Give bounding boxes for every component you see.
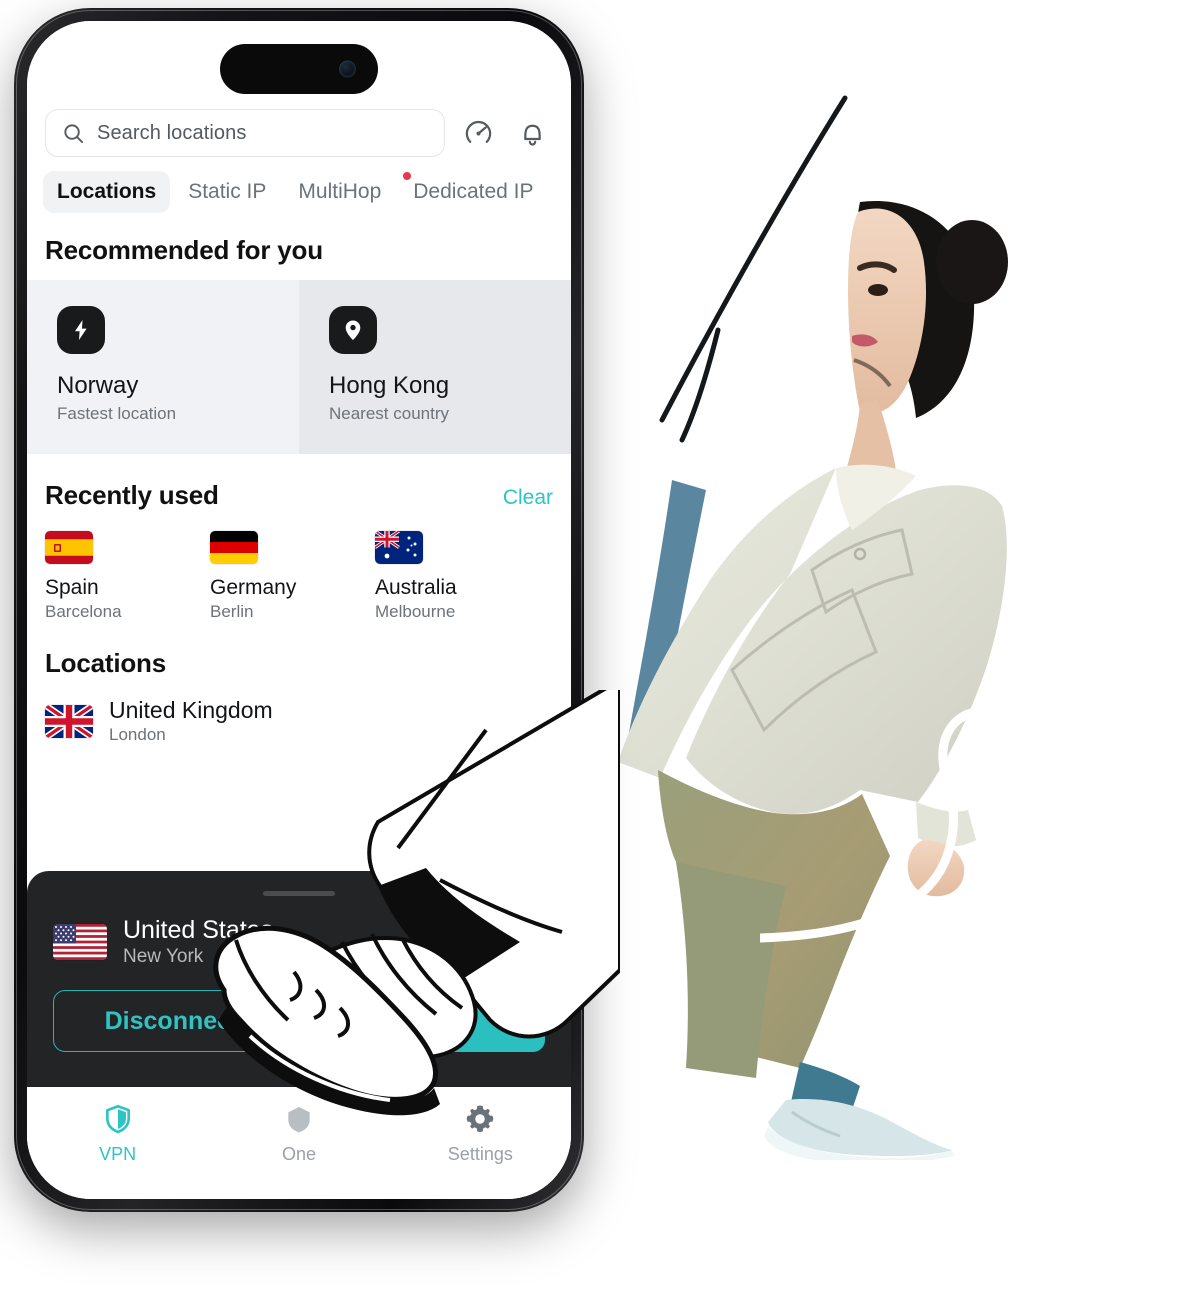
recommended-card-norway[interactable]: Norway Fastest location	[27, 280, 299, 454]
recommended-card-name: Hong Kong	[329, 372, 450, 399]
flag-germany-icon	[210, 531, 258, 564]
search-placeholder: Search locations	[97, 121, 247, 144]
flag-united-kingdom-icon	[45, 704, 93, 738]
recommended-card-subtitle: Nearest country	[329, 404, 449, 423]
list-item-country: Australia	[375, 576, 457, 599]
illustrated-sneaker-stepping-icon	[213, 690, 620, 1116]
notifications-button[interactable]	[511, 112, 553, 154]
recommended-section-header: Recommended for you	[27, 213, 571, 280]
white-looping-cord-icon	[760, 707, 1182, 992]
search-row: Search locations	[27, 109, 571, 157]
notifications-bell-icon	[523, 124, 541, 146]
lightning-bolt-icon	[57, 306, 105, 354]
list-item[interactable]: Germany Berlin	[210, 531, 375, 622]
list-item[interactable]: Spain Barcelona	[45, 531, 210, 622]
dynamic-island	[220, 44, 378, 94]
list-item-country: Germany	[210, 576, 297, 599]
tab-multihop-label: MultiHop	[298, 180, 382, 203]
list-item-city: Barcelona	[45, 602, 122, 621]
nav-label-settings: Settings	[447, 1144, 513, 1164]
nav-label-one: One	[281, 1144, 316, 1164]
recently-used-section: Recently used Clear Spain Barcelona Germ…	[27, 454, 571, 622]
search-input[interactable]: Search locations	[45, 109, 445, 157]
tab-locations[interactable]: Locations	[43, 171, 171, 213]
recommended-card-name: Norway	[57, 372, 139, 399]
tab-bar: Locations Static IP MultiHop Dedicated I…	[27, 157, 571, 213]
shield-icon	[105, 1104, 130, 1134]
map-pin-icon	[329, 306, 377, 354]
tab-static-ip-label: Static IP	[188, 180, 267, 203]
tab-new-badge-dot	[403, 172, 412, 180]
list-item[interactable]: Australia Melbourne	[375, 531, 540, 622]
list-item-city: Melbourne	[375, 602, 456, 621]
locations-section-header: Locations	[27, 622, 571, 679]
list-item-country: Spain	[45, 576, 99, 599]
clear-recent-button[interactable]: Clear	[503, 486, 553, 510]
recently-used-list: Spain Barcelona Germany Berlin Australia…	[27, 511, 571, 622]
tab-static-ip[interactable]: Static IP	[174, 171, 280, 213]
screenshot-stage: Search locations Locations Static IP Mul…	[0, 0, 1182, 1304]
tab-locations-label: Locations	[57, 180, 157, 203]
tab-dedicated-ip-label: Dedicated IP	[413, 180, 534, 203]
speed-test-button[interactable]	[457, 112, 499, 154]
speed-test-icon	[465, 120, 491, 143]
recommended-title: Recommended for you	[45, 235, 323, 265]
flag-australia-icon	[375, 531, 423, 564]
recommended-card-hong-kong[interactable]: Hong Kong Nearest country	[299, 280, 571, 454]
front-camera-icon	[339, 60, 356, 78]
locations-title: Locations	[45, 648, 166, 678]
walking-person-photo	[618, 200, 1008, 1160]
tab-multihop[interactable]: MultiHop	[284, 171, 395, 213]
flag-united-states-icon	[53, 924, 107, 960]
list-item-city: Berlin	[210, 602, 254, 621]
nav-item-vpn[interactable]: VPN	[27, 1103, 208, 1165]
search-icon	[64, 123, 84, 143]
nav-label-vpn: VPN	[99, 1144, 137, 1164]
recently-used-title: Recently used	[45, 480, 219, 510]
tab-dedicated-ip[interactable]: Dedicated IP	[399, 171, 547, 213]
recommended-cards: Norway Fastest location Hong Kong Neares…	[27, 280, 571, 454]
flag-spain-icon	[45, 531, 93, 564]
recommended-card-subtitle: Fastest location	[57, 404, 177, 423]
recently-used-header: Recently used Clear	[27, 480, 571, 511]
black-motion-lines-icon	[659, 95, 848, 443]
